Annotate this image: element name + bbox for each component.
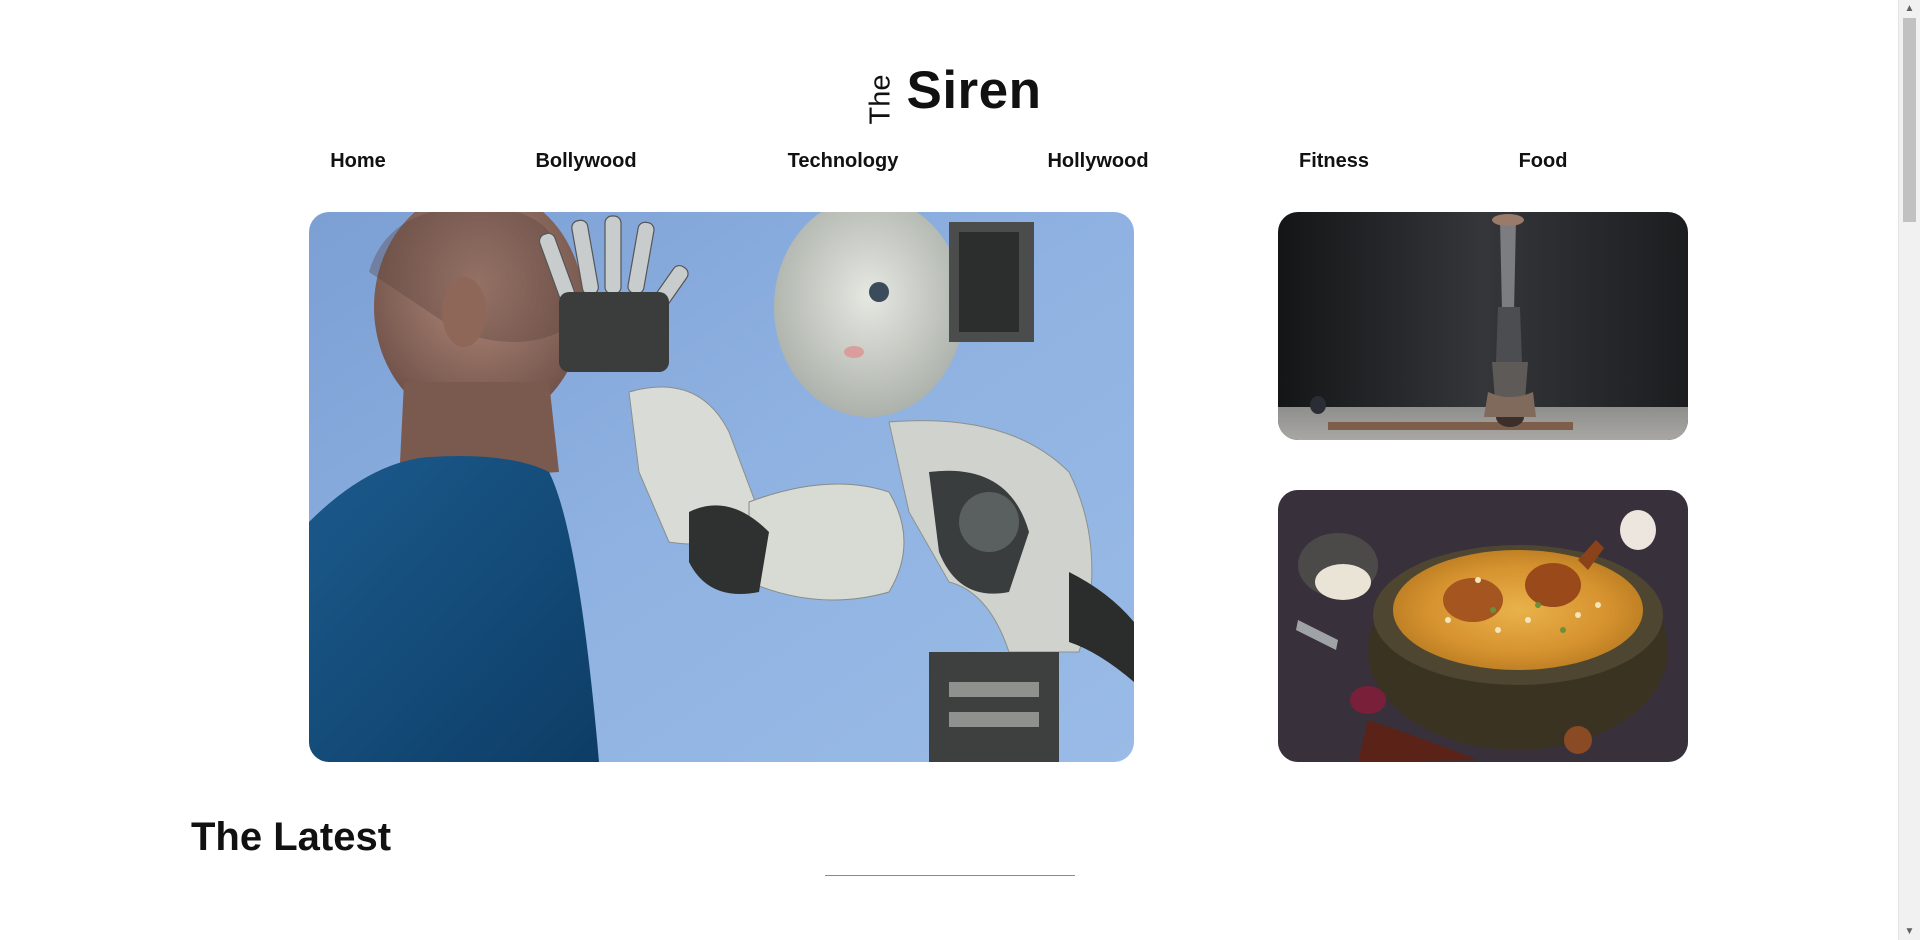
nav-item-home[interactable]: Home bbox=[330, 150, 386, 173]
nav-item-bollywood[interactable]: Bollywood bbox=[535, 150, 636, 173]
latest-divider bbox=[825, 875, 1075, 876]
fitness-feature-image[interactable] bbox=[1278, 212, 1688, 440]
nav-item-fitness[interactable]: Fitness bbox=[1299, 150, 1369, 173]
scroll-down-arrow-icon[interactable]: ▼ bbox=[1899, 923, 1920, 940]
nav-item-food[interactable]: Food bbox=[1519, 150, 1568, 173]
latest-section-title: The Latest bbox=[191, 815, 392, 859]
scroll-thumb[interactable] bbox=[1903, 18, 1916, 222]
yoga-headstand-photo-icon bbox=[1278, 212, 1688, 440]
logo-siren-text: Siren bbox=[906, 61, 1042, 120]
robot-and-man-photo-icon bbox=[309, 212, 1134, 762]
food-feature-image[interactable] bbox=[1278, 490, 1688, 762]
page-scrollbar[interactable]: ▲ ▼ bbox=[1898, 0, 1920, 940]
nav-item-technology[interactable]: Technology bbox=[788, 150, 899, 173]
hero-technology-image[interactable] bbox=[309, 212, 1134, 762]
scroll-up-arrow-icon[interactable]: ▲ bbox=[1899, 0, 1920, 17]
nav-item-hollywood[interactable]: Hollywood bbox=[1047, 150, 1148, 173]
logo-the-text: The bbox=[864, 74, 897, 125]
site-logo[interactable]: The Siren bbox=[0, 60, 1898, 130]
page: The Siren Home Bollywood Technology Holl… bbox=[0, 0, 1920, 940]
biryani-bowl-photo-icon bbox=[1278, 490, 1688, 762]
main-nav: Home Bollywood Technology Hollywood Fitn… bbox=[0, 150, 1898, 180]
